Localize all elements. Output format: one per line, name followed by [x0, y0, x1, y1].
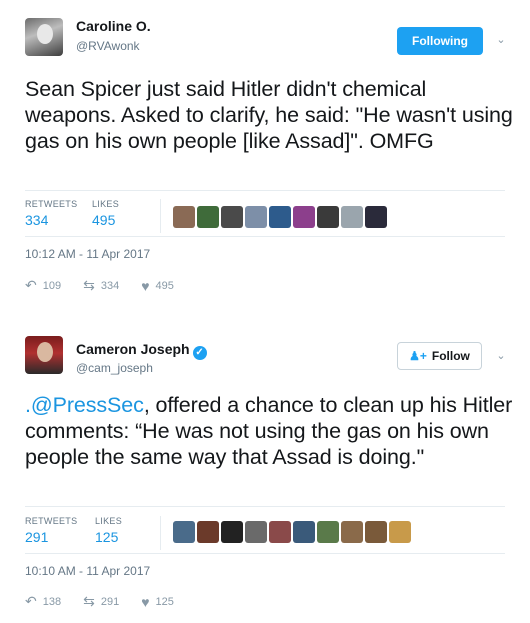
stat-separator: [160, 516, 161, 550]
reply-button[interactable]: ↶ 109: [25, 277, 61, 294]
tweet-text: .@PressSec, offered a chance to clean up…: [25, 392, 515, 470]
retweet-icon: ⇆: [83, 277, 95, 293]
tweet-actions: ↶ 138 ⇆ 291 ♥ 125: [25, 593, 196, 610]
likes-label: LIKES: [92, 199, 120, 209]
liker-avatar[interactable]: [389, 521, 411, 543]
liker-avatar[interactable]: [341, 521, 363, 543]
user-handle[interactable]: @RVAwonk: [76, 39, 140, 53]
liker-avatar[interactable]: [293, 206, 315, 228]
liker-avatar[interactable]: [197, 206, 219, 228]
retweets-stat[interactable]: RETWEETS 334: [25, 199, 77, 228]
tweet-timestamp[interactable]: 10:10 AM - 11 Apr 2017: [25, 564, 150, 578]
liker-avatar[interactable]: [317, 206, 339, 228]
retweet-button[interactable]: ⇆ 291: [83, 593, 119, 610]
retweet-icon: ⇆: [83, 593, 95, 609]
user-name-row[interactable]: Cameron Joseph ✓: [76, 341, 207, 360]
divider: [25, 236, 505, 237]
liker-avatar[interactable]: [173, 521, 195, 543]
avatar-face: [37, 342, 53, 362]
liker-avatar[interactable]: [221, 206, 243, 228]
heart-icon: ♥: [141, 593, 150, 610]
liker-avatar[interactable]: [245, 206, 267, 228]
liker-avatar[interactable]: [269, 521, 291, 543]
reply-button[interactable]: ↶ 138: [25, 593, 61, 610]
user-name: Cameron Joseph: [76, 341, 190, 357]
add-person-icon: ♟+: [409, 349, 427, 363]
retweets-label: RETWEETS: [25, 516, 78, 526]
like-button[interactable]: ♥ 125: [141, 593, 174, 610]
retweets-stat[interactable]: RETWEETS 291: [25, 516, 77, 545]
like-button[interactable]: ♥ 495: [141, 277, 174, 294]
likes-count: 125: [95, 529, 119, 545]
chevron-down-icon[interactable]: ⌄: [495, 350, 507, 362]
divider: [25, 190, 505, 191]
tweet-actions: ↶ 109 ⇆ 334 ♥ 495: [25, 277, 196, 294]
liker-avatar[interactable]: [293, 521, 315, 543]
liker-avatar[interactable]: [197, 521, 219, 543]
avatar-face: [37, 24, 53, 44]
retweet-count: 291: [100, 595, 120, 608]
tweet-card: Caroline O. @RVAwonk Following ⌄ Sean Sp…: [0, 0, 530, 300]
divider: [25, 506, 505, 507]
divider: [25, 553, 505, 554]
liker-avatar[interactable]: [173, 206, 195, 228]
likes-stat[interactable]: LIKES 495: [92, 199, 119, 228]
likers-avatars: [173, 206, 387, 228]
retweets-count: 334: [25, 212, 49, 228]
user-name[interactable]: Caroline O.: [76, 18, 151, 34]
liker-avatar[interactable]: [341, 206, 363, 228]
follow-button[interactable]: ♟+ Follow: [397, 342, 482, 370]
retweets-count: 291: [25, 529, 49, 545]
heart-icon: ♥: [141, 277, 150, 294]
avatar[interactable]: [25, 336, 63, 374]
retweets-label: RETWEETS: [25, 199, 78, 209]
likes-stat[interactable]: LIKES 125: [95, 516, 122, 545]
tweet-timestamp[interactable]: 10:12 AM - 11 Apr 2017: [25, 247, 150, 261]
reply-icon: ↶: [25, 277, 37, 293]
liker-avatar[interactable]: [269, 206, 291, 228]
liker-avatar[interactable]: [221, 521, 243, 543]
liker-avatar[interactable]: [365, 521, 387, 543]
follow-label: Follow: [431, 349, 470, 363]
reply-count: 138: [42, 595, 62, 608]
chevron-down-icon[interactable]: ⌄: [495, 34, 507, 46]
like-count: 125: [155, 595, 174, 608]
reply-count: 109: [42, 279, 62, 292]
tweet-text: Sean Spicer just said Hitler didn't chem…: [25, 77, 513, 153]
following-button[interactable]: Following: [397, 27, 483, 55]
retweet-button[interactable]: ⇆ 334: [83, 277, 119, 294]
user-handle[interactable]: @cam_joseph: [76, 361, 153, 375]
tweet-card: Cameron Joseph ✓ @cam_joseph ♟+ Follow ⌄ .…: [0, 318, 530, 618]
retweet-count: 334: [100, 279, 120, 292]
stat-separator: [160, 199, 161, 233]
avatar[interactable]: [25, 18, 63, 56]
likes-count: 495: [92, 212, 116, 228]
likers-avatars: [173, 521, 411, 543]
liker-avatar[interactable]: [365, 206, 387, 228]
likes-label: LIKES: [95, 516, 123, 526]
verified-badge-icon: ✓: [192, 346, 207, 360]
reply-icon: ↶: [25, 593, 37, 609]
liker-avatar[interactable]: [317, 521, 339, 543]
like-count: 495: [155, 279, 174, 292]
mention-link[interactable]: .@PressSec: [25, 393, 144, 417]
liker-avatar[interactable]: [245, 521, 267, 543]
